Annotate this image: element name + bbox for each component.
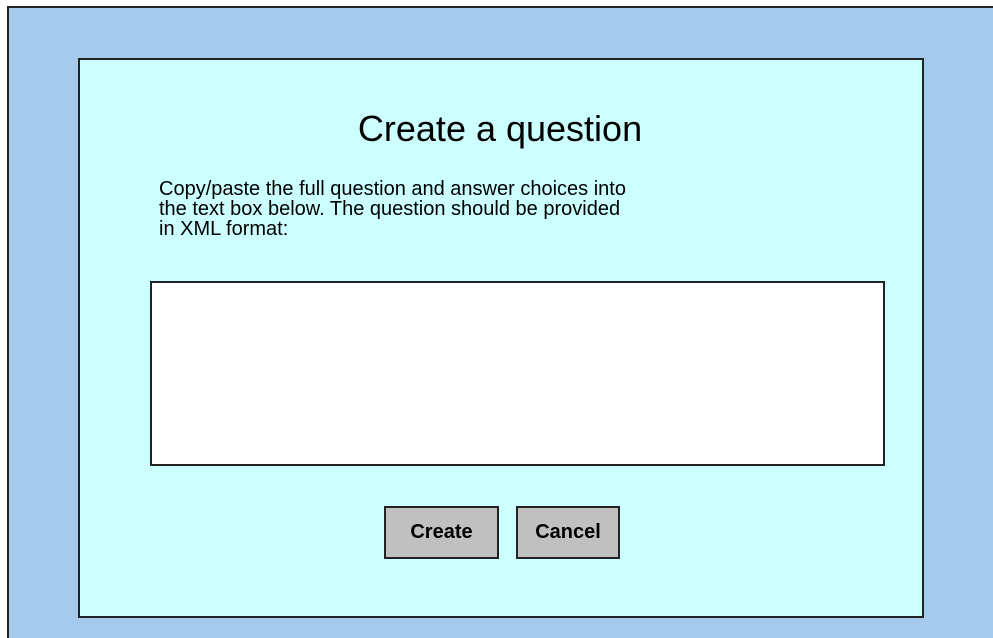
create-question-dialog: Create a question Copy/paste the full qu… — [78, 58, 924, 618]
instructions-text: Copy/paste the full question and answer … — [159, 179, 819, 239]
dialog-title: Create a question — [357, 108, 643, 149]
instructions-line: the text box below. The question should … — [159, 198, 621, 220]
cancel-button[interactable]: Cancel — [516, 506, 620, 559]
instructions-line: Copy/paste the full question and answer … — [159, 178, 626, 200]
question-xml-input[interactable] — [150, 281, 885, 466]
page-background: Create a question Copy/paste the full qu… — [7, 6, 993, 638]
create-button[interactable]: Create — [384, 506, 499, 559]
instructions-line: in XML format: — [159, 218, 289, 240]
